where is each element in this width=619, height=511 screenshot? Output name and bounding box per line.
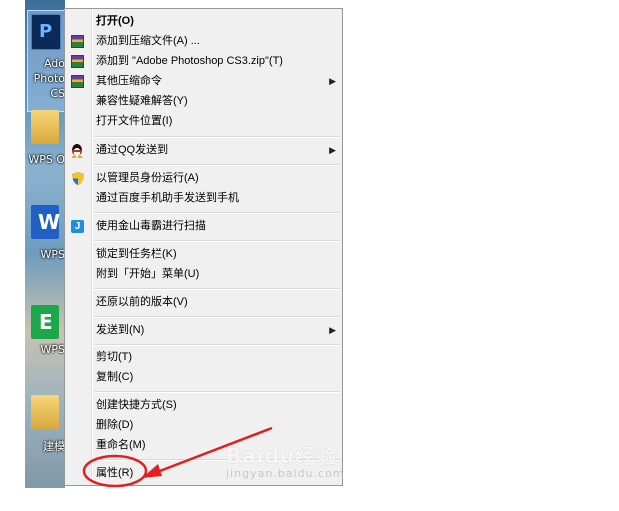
annotation-circle — [82, 454, 148, 488]
annotation-overlay — [82, 426, 273, 488]
annotation-arrow-shaft — [151, 426, 273, 476]
